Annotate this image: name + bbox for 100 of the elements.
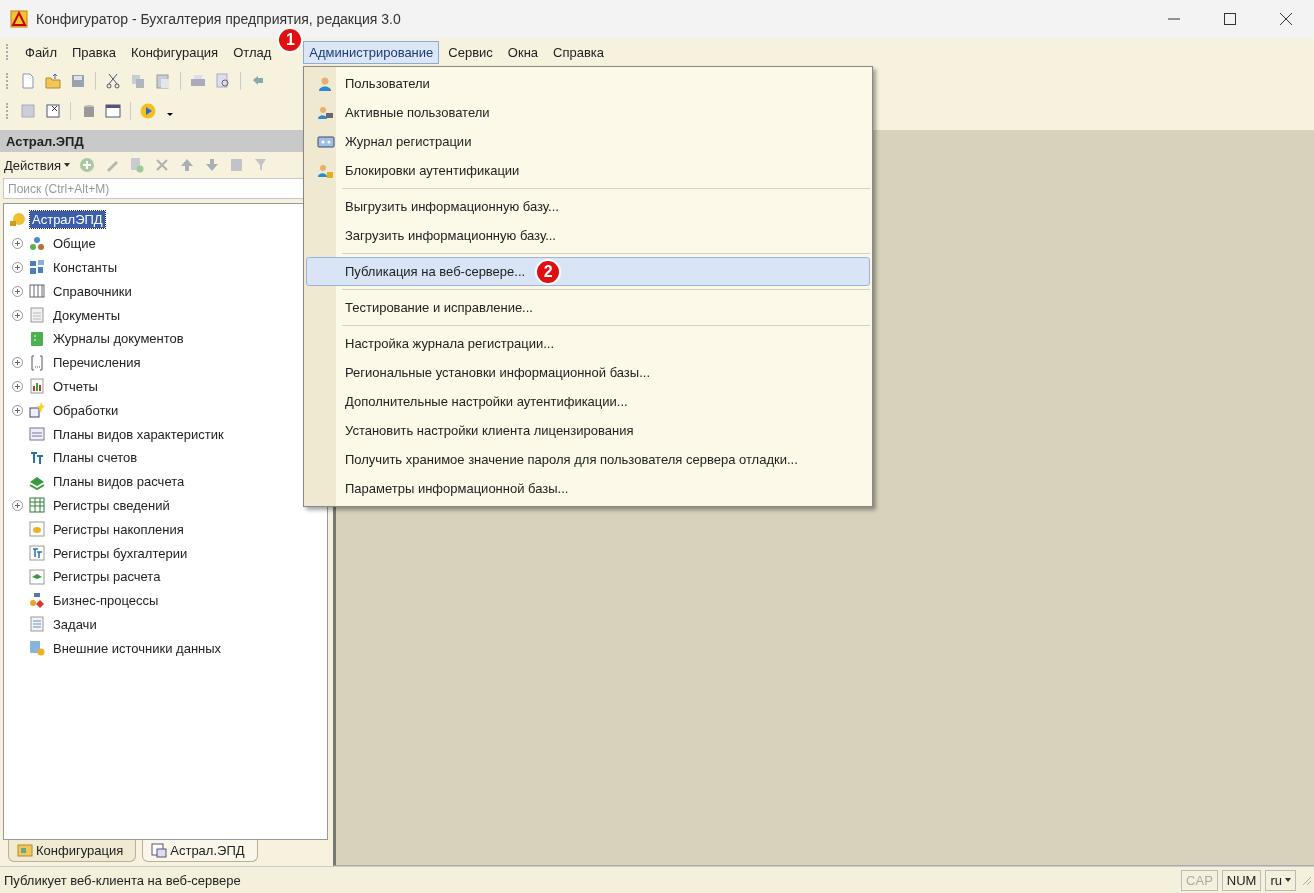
- tree-item[interactable]: Внешние источники данных: [51, 639, 224, 657]
- checklist-page-icon: [29, 616, 45, 633]
- folder-icon[interactable]: [45, 73, 61, 89]
- play-icon[interactable]: [140, 103, 156, 119]
- expand-plus-icon[interactable]: [12, 309, 23, 321]
- expand-plus-icon[interactable]: [12, 404, 23, 416]
- resize-grip-icon: [1300, 874, 1312, 886]
- menu-item[interactable]: Журнал регистрации: [306, 127, 870, 156]
- menu-item[interactable]: Правка: [65, 40, 122, 64]
- grip-handle: [6, 44, 11, 60]
- caret-icon: [1285, 878, 1291, 882]
- document-plus-icon[interactable]: [128, 157, 145, 173]
- window-list-icon: [151, 842, 168, 858]
- copy-icon[interactable]: [130, 73, 146, 89]
- tree-item[interactable]: Регистры накопления: [51, 520, 186, 538]
- expand-plus-icon[interactable]: [12, 262, 23, 273]
- document-icon[interactable]: [20, 73, 36, 89]
- floppy-icon[interactable]: [70, 73, 86, 89]
- expand-plus-icon[interactable]: [12, 380, 23, 392]
- window-icon[interactable]: [105, 103, 121, 119]
- actions-button[interactable]: Действия: [4, 157, 70, 173]
- menu-item[interactable]: Параметры информационной базы...: [306, 474, 870, 503]
- add-circle-icon[interactable]: [78, 157, 95, 173]
- menu-item[interactable]: Пользователи: [306, 69, 870, 98]
- menu-item[interactable]: Установить настройки клиента лицензирования: [306, 416, 870, 445]
- key-indicator: NUM: [1221, 869, 1262, 891]
- circles-icon: [29, 235, 45, 252]
- menu-item[interactable]: Тестирование и исправление...: [306, 293, 870, 322]
- menu-item[interactable]: Настройка журнала регистрации...: [306, 329, 870, 358]
- menu-item[interactable]: Активные пользователи: [306, 98, 870, 127]
- menu-item[interactable]: Окна: [501, 40, 545, 64]
- tree-item[interactable]: Журналы документов: [51, 330, 186, 348]
- expand-plus-icon[interactable]: [12, 499, 23, 511]
- clipboard-icon[interactable]: [155, 73, 171, 89]
- up-arrow-icon[interactable]: [178, 157, 195, 173]
- tree-item[interactable]: Справочники: [51, 282, 134, 300]
- panel-title: Астрал.ЭПД: [6, 133, 84, 149]
- window-title: Конфигуратор - Бухгалтерия предприятия, редакция 3.0: [36, 11, 402, 27]
- cross-icon[interactable]: [153, 157, 170, 173]
- tree-item[interactable]: Регистры бухгалтерии: [51, 544, 190, 562]
- menu-item[interactable]: Получить хранимое значение пароля для пользователя сервера отладки...: [306, 445, 870, 474]
- expand-plus-icon[interactable]: [12, 285, 23, 297]
- menu-item[interactable]: Дополнительные настройки аутентификации...: [306, 387, 870, 416]
- tape-icon: [317, 133, 335, 150]
- printer-icon[interactable]: [190, 73, 206, 89]
- tree-item[interactable]: Отчеты: [51, 377, 100, 395]
- menu-item[interactable]: Публикация на веб-сервере... 2: [306, 257, 870, 286]
- user-lock-icon: [317, 162, 335, 179]
- app-logo-icon: [10, 10, 28, 28]
- scissors-icon[interactable]: [105, 73, 121, 89]
- menu-item[interactable]: Конфигурация: [124, 40, 225, 64]
- tree-item[interactable]: Перечисления: [51, 354, 143, 372]
- tree-item[interactable]: Регистры расчета: [51, 568, 163, 586]
- key-indicator: CAP: [1181, 869, 1218, 891]
- document-star-icon: [29, 402, 45, 419]
- caret-icon: [63, 163, 70, 167]
- grid-window-icon: [29, 426, 45, 443]
- maximize-icon[interactable]: [1224, 13, 1236, 25]
- coins-icon: [29, 521, 45, 538]
- bottom-tab[interactable]: Конфигурация: [8, 840, 137, 862]
- down-arrow-icon[interactable]: [203, 157, 220, 173]
- journal-book-icon: [29, 330, 45, 347]
- close-icon[interactable]: [1280, 13, 1292, 25]
- menu-item[interactable]: Отлад: [227, 40, 278, 64]
- flowchart-icon: [29, 592, 45, 609]
- window-cross-icon[interactable]: [45, 103, 61, 119]
- menu-item[interactable]: Загрузить информационную базу...: [306, 221, 870, 250]
- folder-tree-icon: [17, 842, 33, 858]
- expand-plus-icon[interactable]: [12, 357, 23, 369]
- tree-item[interactable]: Планы видов характеристик: [51, 425, 226, 443]
- database-coins-icon: [29, 640, 45, 657]
- tree-item[interactable]: Общие: [51, 235, 98, 253]
- bar-chart-icon: [29, 378, 45, 395]
- tree-item[interactable]: Планы видов расчета: [51, 473, 187, 491]
- menu-item[interactable]: Администрирование: [303, 40, 440, 64]
- bottom-tab[interactable]: Астрал.ЭПД: [142, 840, 258, 862]
- tree-item[interactable]: Бизнес-процессы: [51, 592, 161, 610]
- tree-item[interactable]: Константы: [51, 259, 119, 276]
- expand-plus-icon[interactable]: [12, 238, 23, 250]
- status-text: Публикует веб-клиента на веб-сервере: [4, 872, 242, 888]
- menu-item[interactable]: Справка: [547, 40, 611, 64]
- menu-item[interactable]: Сервис: [442, 40, 499, 64]
- menu-item[interactable]: Файл: [19, 40, 63, 64]
- grip-handle: [6, 103, 11, 119]
- step-badge: 2: [535, 258, 562, 285]
- tree-item[interactable]: Документы: [51, 306, 122, 324]
- tree-item[interactable]: Обработки: [51, 401, 121, 419]
- diamond-page-icon: [29, 568, 45, 585]
- tree-item[interactable]: АстралЭПД: [30, 211, 105, 229]
- blocks-icon: [29, 259, 45, 276]
- table-icon: [29, 497, 45, 514]
- language-dropdown[interactable]: ru: [1265, 869, 1296, 891]
- menu-item[interactable]: Региональные установки информационной базы...: [306, 358, 870, 387]
- tree-item[interactable]: Задачи: [51, 615, 99, 633]
- grip-handle: [6, 73, 11, 89]
- document-magnifier-icon[interactable]: [215, 73, 231, 89]
- tree-item[interactable]: Планы счетов: [51, 449, 140, 467]
- step-badge: 1: [277, 27, 304, 53]
- columns-icon: [29, 283, 45, 300]
- tree-item[interactable]: Регистры сведений: [51, 496, 172, 514]
